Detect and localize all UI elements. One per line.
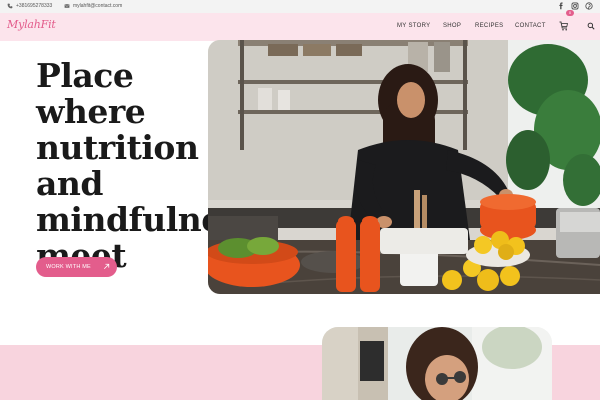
nav-recipes[interactable]: RECIPES bbox=[475, 23, 503, 29]
email-address: mylahfit@contact.com bbox=[73, 3, 123, 9]
hero-kitchen-photo bbox=[208, 40, 600, 294]
portrait-photo bbox=[322, 327, 552, 400]
site-logo[interactable]: MylahFit bbox=[7, 18, 56, 31]
nav-contact[interactable]: CONTACT bbox=[515, 23, 546, 29]
kitchen-illustration bbox=[208, 40, 600, 294]
facebook-icon[interactable] bbox=[557, 2, 565, 10]
envelope-icon bbox=[64, 4, 70, 8]
site-header: MylahFit MY STORY SHOP RECIPES CONTACT bbox=[0, 13, 600, 41]
search-icon[interactable] bbox=[587, 22, 595, 30]
work-with-me-label: WORK WITH ME bbox=[46, 264, 91, 270]
instagram-icon[interactable] bbox=[571, 2, 579, 10]
top-contact-bar: +381695278333 mylahfit@contact.com bbox=[0, 0, 600, 13]
pinterest-icon[interactable] bbox=[585, 2, 593, 10]
arrow-up-right-icon bbox=[103, 263, 110, 270]
phone-number: +381695278333 bbox=[16, 3, 53, 9]
cart-icon[interactable] bbox=[559, 21, 575, 31]
email-contact[interactable]: mylahfit@contact.com bbox=[64, 3, 122, 9]
work-with-me-button[interactable]: WORK WITH ME bbox=[36, 257, 117, 277]
phone-icon bbox=[7, 3, 13, 9]
nav-shop[interactable]: SHOP bbox=[443, 23, 461, 29]
cart-count-badge: 0 bbox=[566, 10, 574, 16]
portrait-illustration bbox=[322, 327, 552, 400]
nav-my-story[interactable]: MY STORY bbox=[397, 23, 430, 29]
phone-contact[interactable]: +381695278333 bbox=[7, 3, 52, 9]
